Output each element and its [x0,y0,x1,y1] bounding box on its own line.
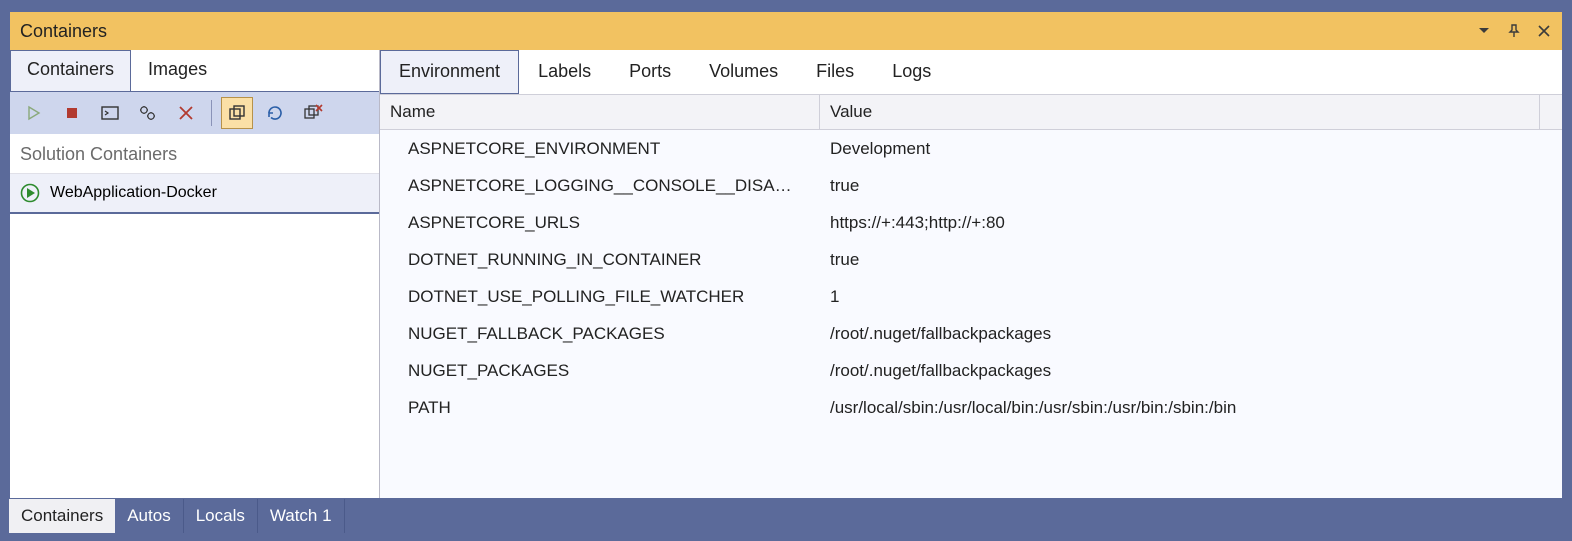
tab-label: Watch 1 [270,506,332,526]
tab-labels[interactable]: Labels [519,50,610,94]
tab-label: Labels [538,61,591,81]
show-all-containers-button[interactable] [221,97,253,129]
table-row[interactable]: DOTNET_USE_POLLING_FILE_WATCHER 1 [380,278,1562,315]
detail-tabs: Environment Labels Ports Volumes Files L… [380,50,1562,94]
env-value: https://+:443;http://+:80 [820,213,1562,233]
env-value: 1 [820,287,1562,307]
column-header-value[interactable]: Value [820,95,1540,129]
table-row[interactable]: PATH /usr/local/sbin:/usr/local/bin:/usr… [380,389,1562,426]
pin-icon[interactable] [1506,23,1522,39]
tab-label: Images [148,59,207,79]
start-button[interactable] [18,97,50,129]
refresh-button[interactable] [259,97,291,129]
toolbar-separator [211,100,212,126]
env-value: true [820,250,1562,270]
tab-label: Containers [27,59,114,79]
left-toolbar [10,92,379,134]
body-area: Containers Images [10,50,1562,498]
remove-button[interactable] [170,97,202,129]
tab-containers[interactable]: Containers [10,50,131,91]
env-name: NUGET_FALLBACK_PACKAGES [380,324,820,344]
prune-button[interactable] [297,97,329,129]
tab-label: Autos [127,506,170,526]
tab-volumes[interactable]: Volumes [690,50,797,94]
bottom-tab-watch1[interactable]: Watch 1 [258,499,345,533]
window-title: Containers [20,21,107,42]
tab-label: Logs [892,61,931,81]
bottom-tab-locals[interactable]: Locals [184,499,258,533]
settings-button[interactable] [132,97,164,129]
env-value: Development [820,139,1562,159]
tab-ports[interactable]: Ports [610,50,690,94]
tab-label: Ports [629,61,671,81]
table-row[interactable]: ASPNETCORE_URLS https://+:443;http://+:8… [380,204,1562,241]
tab-images[interactable]: Images [131,50,224,91]
table-row[interactable]: NUGET_PACKAGES /root/.nuget/fallbackpack… [380,352,1562,389]
window-options-dropdown-icon[interactable] [1476,23,1492,39]
env-value: /root/.nuget/fallbackpackages [820,361,1562,381]
bottom-tab-containers[interactable]: Containers [9,499,115,533]
attach-terminal-button[interactable] [94,97,126,129]
env-name: DOTNET_USE_POLLING_FILE_WATCHER [380,287,820,307]
titlebar-controls [1476,23,1552,39]
table-row[interactable]: DOTNET_RUNNING_IN_CONTAINER true [380,241,1562,278]
stop-button[interactable] [56,97,88,129]
tab-files[interactable]: Files [797,50,873,94]
env-name: NUGET_PACKAGES [380,361,820,381]
tab-logs[interactable]: Logs [873,50,950,94]
tab-label: Containers [21,506,103,526]
env-name: ASPNETCORE_URLS [380,213,820,233]
tab-label: Volumes [709,61,778,81]
right-panel: Environment Labels Ports Volumes Files L… [380,50,1562,498]
left-panel: Containers Images [10,50,380,498]
bottom-tool-tabs: Containers Autos Locals Watch 1 [9,499,345,533]
containers-tool-window: Containers Containers Images [9,11,1563,499]
running-icon [20,183,40,203]
tab-label: Files [816,61,854,81]
container-name: WebApplication-Docker [50,184,217,202]
env-name: DOTNET_RUNNING_IN_CONTAINER [380,250,820,270]
env-value: true [820,176,1562,196]
column-header-scroll [1540,95,1562,129]
column-header-name[interactable]: Name [380,95,820,129]
left-tabs: Containers Images [10,50,379,92]
env-name: ASPNETCORE_ENVIRONMENT [380,139,820,159]
container-item-webapplication-docker[interactable]: WebApplication-Docker [10,174,379,214]
close-icon[interactable] [1536,23,1552,39]
env-table-header: Name Value [380,94,1562,130]
env-name: PATH [380,398,820,418]
env-value: /root/.nuget/fallbackpackages [820,324,1562,344]
env-table-body: ASPNETCORE_ENVIRONMENT Development ASPNE… [380,130,1562,498]
table-row[interactable]: ASPNETCORE_LOGGING__CONSOLE__DISA… true [380,167,1562,204]
env-name: ASPNETCORE_LOGGING__CONSOLE__DISA… [380,176,820,196]
table-row[interactable]: ASPNETCORE_ENVIRONMENT Development [380,130,1562,167]
tab-label: Locals [196,506,245,526]
solution-containers-label: Solution Containers [10,134,379,174]
tab-environment[interactable]: Environment [380,50,519,94]
env-value: /usr/local/sbin:/usr/local/bin:/usr/sbin… [820,398,1562,418]
titlebar: Containers [10,12,1562,50]
bottom-tab-autos[interactable]: Autos [115,499,183,533]
table-row[interactable]: NUGET_FALLBACK_PACKAGES /root/.nuget/fal… [380,315,1562,352]
tab-label: Environment [399,61,500,81]
